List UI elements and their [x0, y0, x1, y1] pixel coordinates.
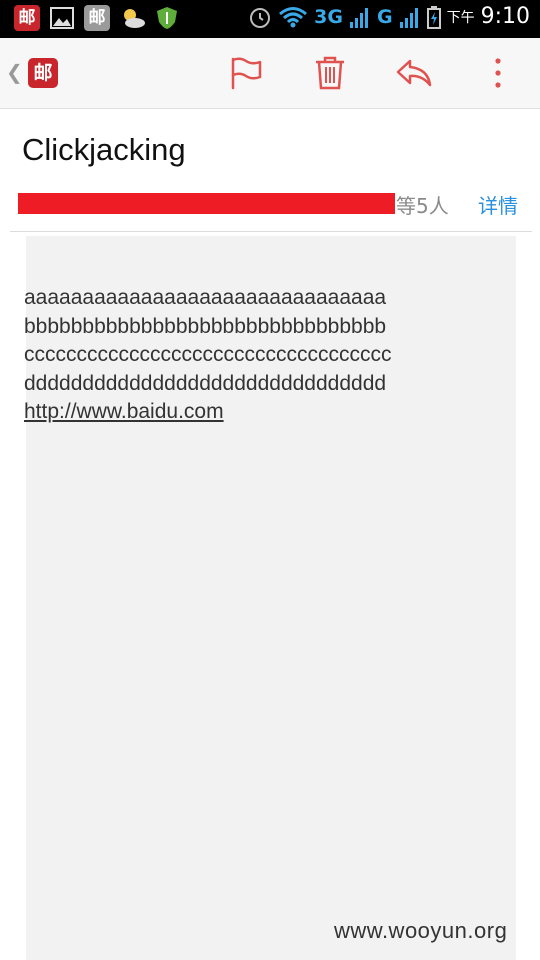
watermark: www.wooyun.org [334, 918, 508, 943]
status-notifications: 邮 邮 [14, 5, 178, 31]
delete-button[interactable] [312, 55, 348, 91]
details-link[interactable]: 详情 [478, 190, 518, 219]
status-bar: 邮 邮 3G G 下午 9:10 [0, 0, 540, 38]
email-body: aaaaaaaaaaaaaaaaaaaaaaaaaaaaaaa bbbbbbbb… [24, 284, 392, 427]
weather-icon [124, 9, 145, 28]
network-3g-label: 3G [314, 5, 343, 28]
battery-icon [426, 5, 441, 29]
clock: 9:10 [480, 4, 530, 29]
body-line: aaaaaaaaaaaaaaaaaaaaaaaaaaaaaaa [24, 286, 387, 309]
overflow-menu-icon [495, 58, 501, 88]
signal-icon-2 [399, 7, 418, 28]
image-icon [50, 7, 74, 29]
header-divider [10, 231, 532, 232]
body-line: ccccccccccccccccccccccccccccccccccc [24, 343, 392, 366]
body-line: ddddddddddddddddddddddddddddddd [24, 371, 387, 395]
network-g-label: G [376, 5, 393, 28]
ampm-label: 下午 [446, 9, 475, 26]
overflow-menu-button[interactable] [480, 55, 516, 91]
flag-icon [231, 57, 262, 90]
recipients-count: 等5人 [396, 194, 449, 218]
app-logo[interactable]: 邮 [28, 58, 58, 88]
reply-button[interactable] [396, 55, 432, 91]
body-link[interactable]: http://www.baidu.com [24, 400, 224, 423]
mail-app-notification-icon: 邮 [14, 5, 40, 31]
redacted-recipients [18, 193, 395, 214]
reply-icon [396, 59, 432, 87]
mail-app-notification-icon-2: 邮 [84, 5, 110, 31]
wifi-icon [279, 6, 308, 27]
alarm-icon [250, 7, 271, 28]
status-indicators: 3G G 下午 9:10 [248, 4, 530, 29]
trash-icon [316, 56, 344, 90]
back-chevron-icon[interactable]: ❮ [6, 60, 23, 84]
body-line: bbbbbbbbbbbbbbbbbbbbbbbbbbbbbbb [24, 314, 387, 338]
signal-icon [349, 7, 368, 28]
flag-button[interactable] [228, 55, 264, 91]
shield-icon [157, 7, 177, 29]
email-subject: Clickjacking [22, 132, 186, 167]
action-bar: ❮ 邮 [0, 38, 540, 109]
